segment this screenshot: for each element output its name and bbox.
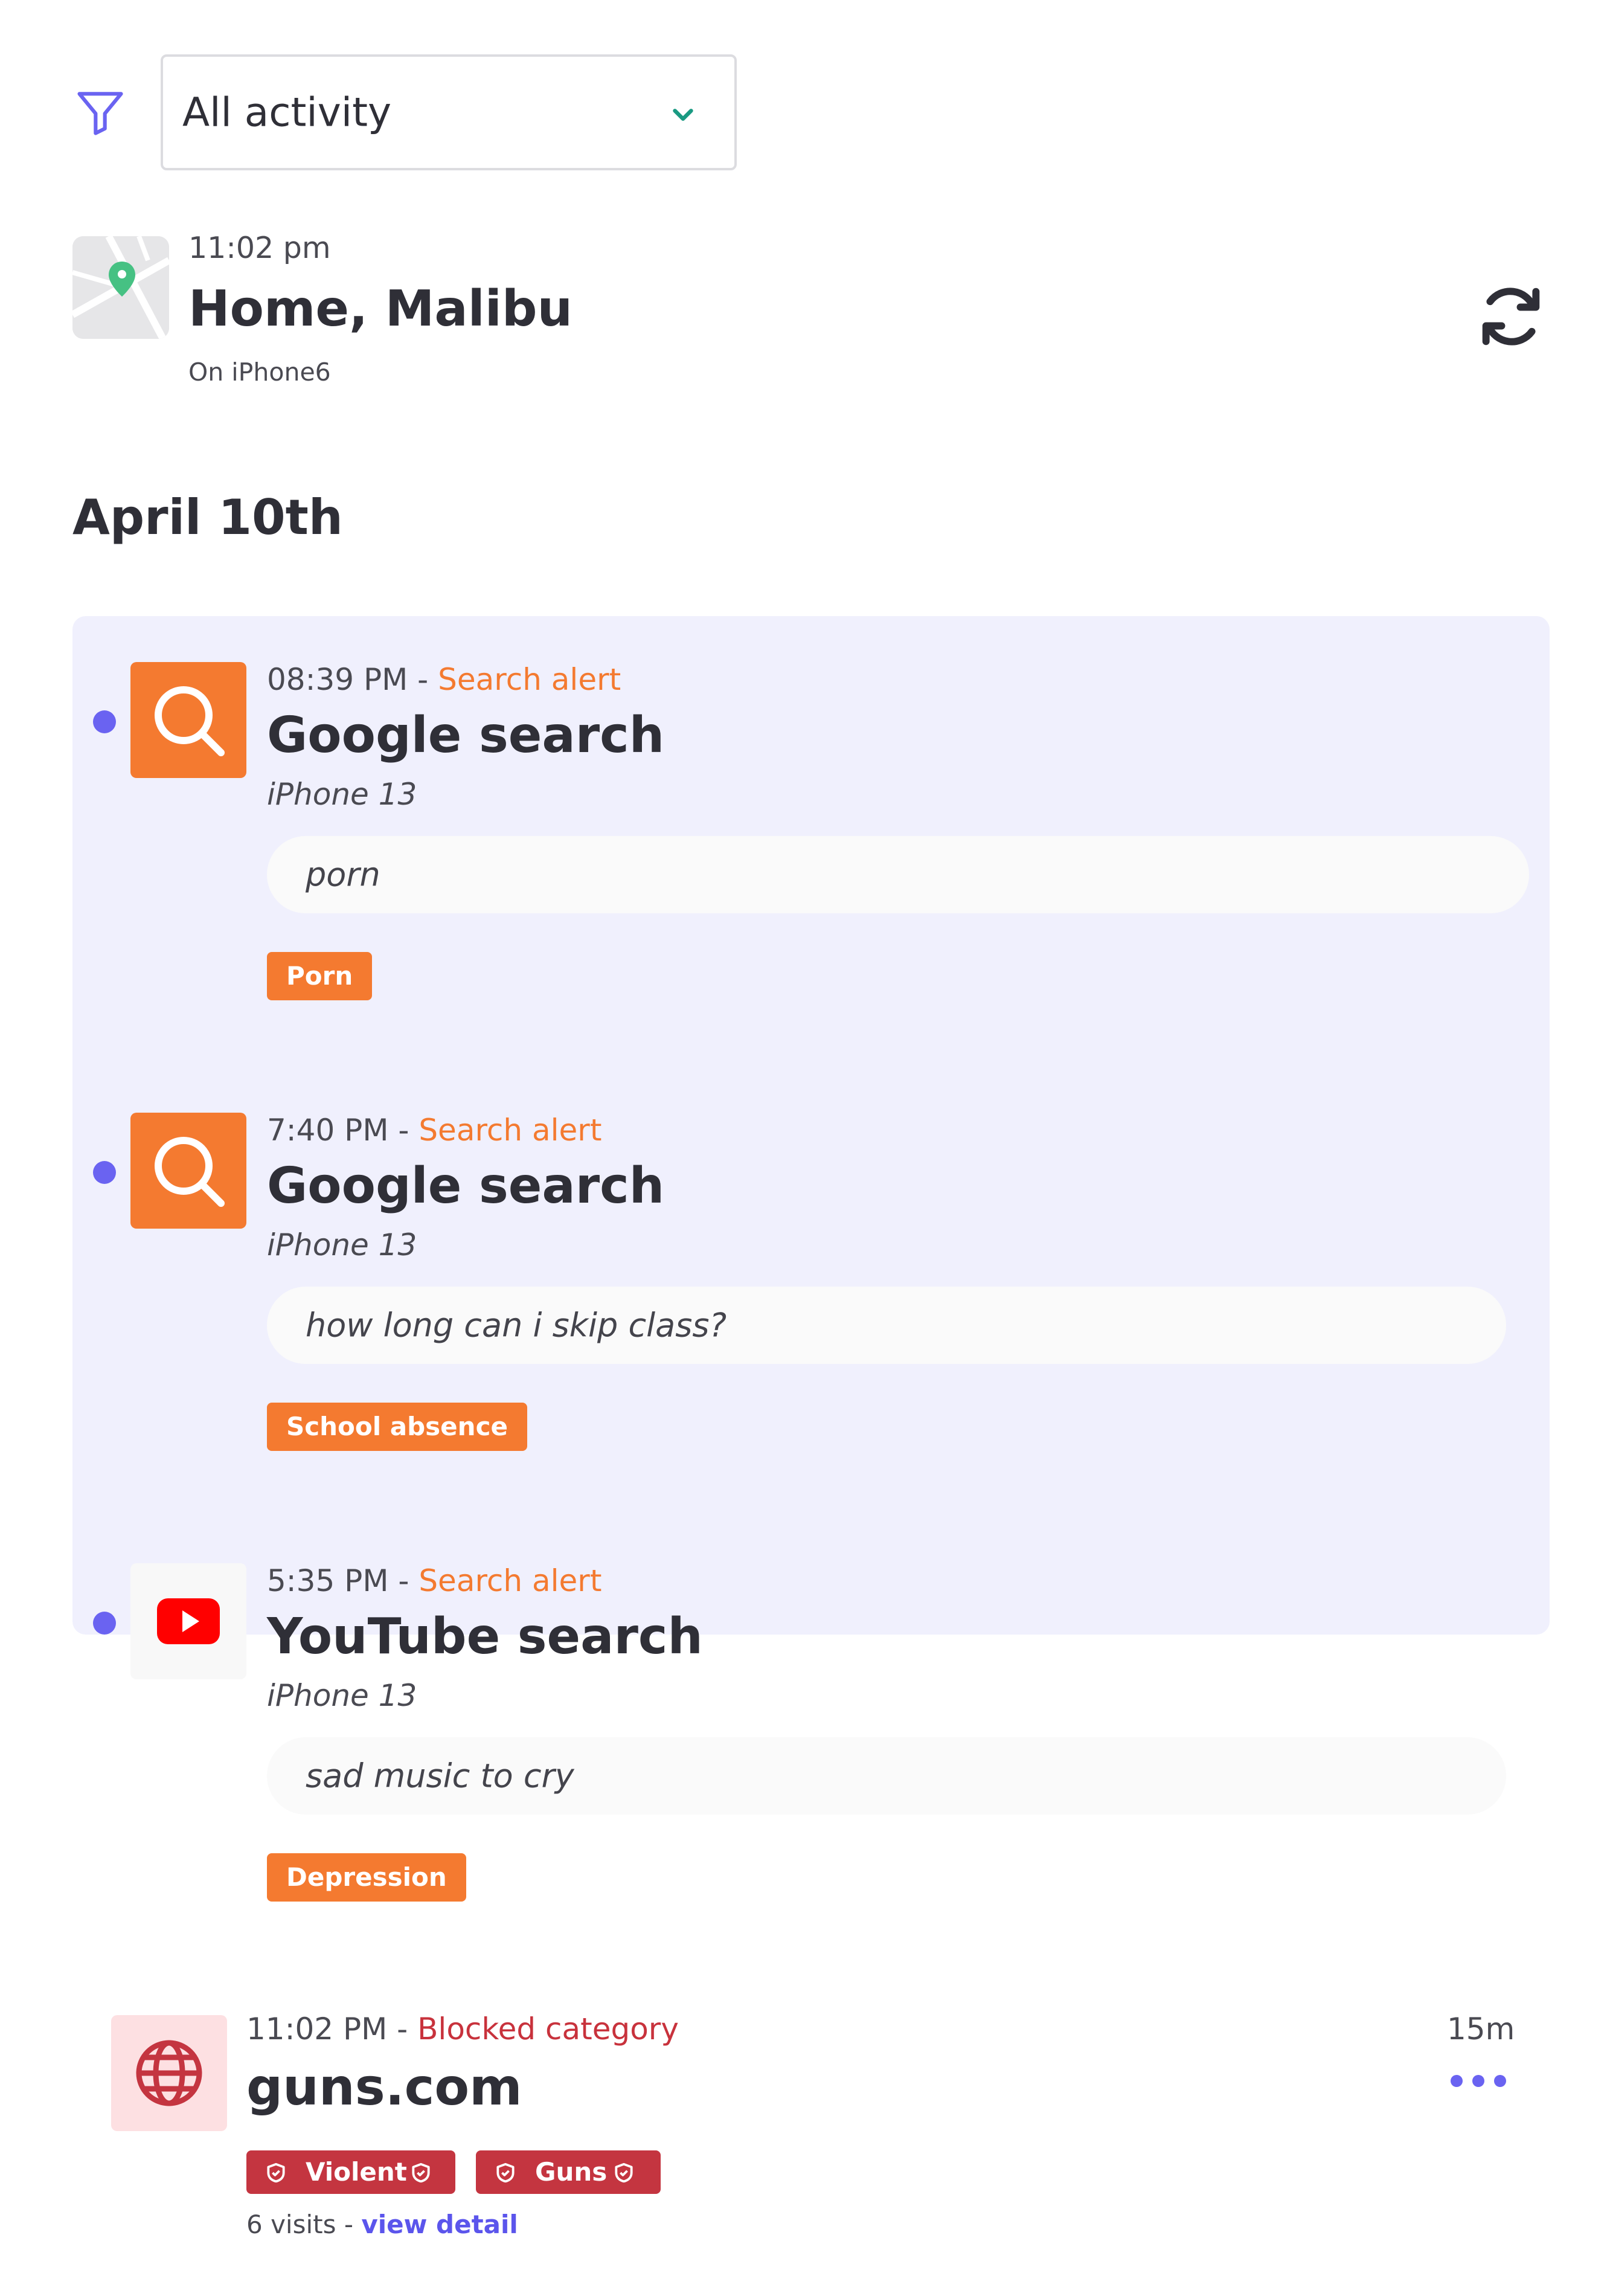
blocked-time: 11:02 PM [246,2011,388,2047]
alert-device: iPhone 13 [267,777,417,812]
alert-panel: 08:39 PM - Search alert Google search iP… [72,616,1550,1635]
alert-entry[interactable]: 08:39 PM - Search alert Google search iP… [72,616,1550,1015]
search-query-box: porn [267,836,1529,913]
visits-separator: - [336,2210,362,2239]
meta-separator: - [388,1113,419,1148]
unread-dot [93,1161,116,1184]
alert-time: 7:40 PM [267,1113,389,1148]
alert-title: YouTube search [267,1608,703,1665]
alert-meta: 7:40 PM - Search alert [267,1113,601,1148]
shield-icon [496,2163,515,2183]
shield-icon [267,2163,285,2183]
alert-meta: 5:35 PM - Search alert [267,1563,601,1598]
meta-separator: - [387,2011,418,2047]
category-badge-violent: Violent [246,2150,455,2194]
search-query: sad music to cry [306,1757,574,1795]
search-query: how long can i skip class? [306,1306,727,1345]
globe-icon [111,2015,227,2131]
alert-meta: 08:39 PM - Search alert [267,662,621,697]
alert-device: iPhone 13 [267,1678,417,1713]
location-device: On iPhone6 [188,358,331,387]
category-badge-guns: Guns [476,2150,661,2194]
search-icon [130,662,246,778]
alert-time: 08:39 PM [267,662,408,697]
search-query-box: sad music to cry [267,1737,1506,1815]
meta-separator: - [408,662,438,697]
map-pin-icon [72,236,169,339]
location-time: 11:02 pm [188,231,331,265]
activity-filter-select[interactable]: All activity [161,54,737,170]
blocked-duration: 15m [1447,2011,1515,2047]
category-tag: Porn [267,952,373,1000]
alert-device: iPhone 13 [267,1227,417,1262]
blocked-meta: 11:02 PM - Blocked category [246,2011,679,2047]
date-heading: April 10th [72,489,343,545]
alert-type: Search alert [419,1113,602,1148]
refresh-icon[interactable] [1474,279,1548,354]
alert-type: Search alert [419,1563,602,1598]
alert-time: 5:35 PM [267,1563,389,1598]
youtube-alert-entry[interactable]: 5:35 PM - Search alert YouTube search iP… [72,1517,1550,1916]
alert-entry[interactable]: 7:40 PM - Search alert Google search iPh… [72,1067,1550,1465]
blocked-alert-type: Blocked category [417,2011,679,2047]
unread-dot [93,1612,116,1635]
badge-label: Violent [306,2157,407,2187]
meta-separator: - [388,1563,419,1598]
shield-icon [615,2163,633,2183]
category-tag: School absence [267,1403,527,1451]
blocked-site-title: guns.com [246,2057,522,2117]
more-icon[interactable] [1448,2072,1509,2090]
chevron-down-icon [673,109,693,121]
visits-count: 6 visits [246,2210,336,2239]
category-tag: Depression [267,1853,466,1902]
search-icon [130,1113,246,1229]
alert-type: Search alert [438,662,621,697]
map-thumbnail[interactable] [72,236,169,339]
filter-icon[interactable] [72,85,128,140]
view-detail-link[interactable]: view detail [361,2210,518,2239]
badge-label: Guns [535,2157,608,2187]
location-title: Home, Malibu [188,280,572,338]
search-query-box: how long can i skip class? [267,1287,1506,1364]
visits-line: 6 visits - view detail [246,2210,518,2239]
alert-title: Google search [267,707,665,764]
search-query: porn [306,855,380,894]
activity-filter-value: All activity [182,89,392,136]
shield-icon [412,2163,430,2183]
alert-title: Google search [267,1157,665,1215]
youtube-icon [130,1563,246,1679]
unread-dot [93,710,116,733]
